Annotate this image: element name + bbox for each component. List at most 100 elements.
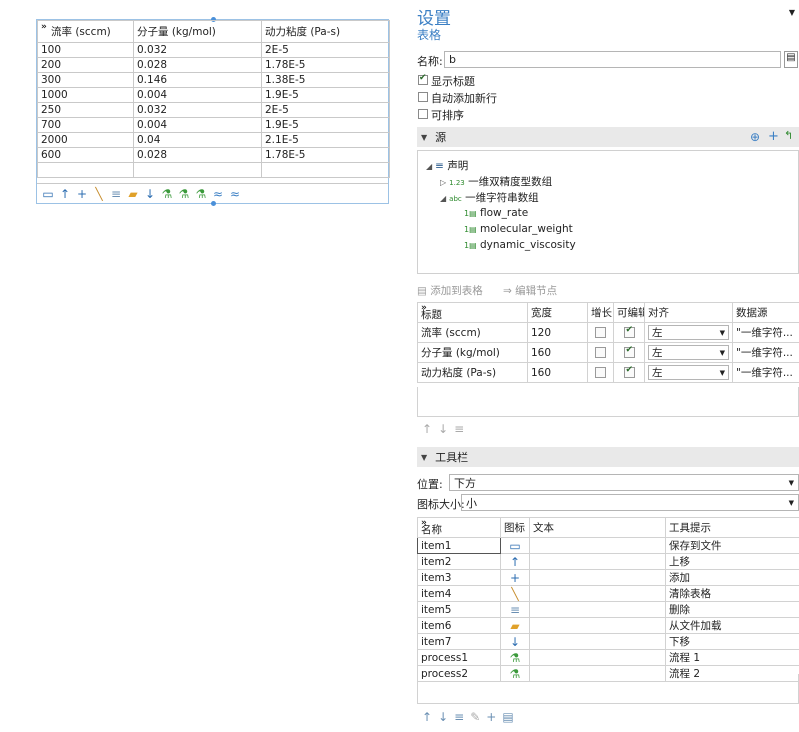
item-icon-cell[interactable]: ≡ <box>500 601 530 618</box>
item-name-cell[interactable]: item6 <box>417 617 501 634</box>
edit-icon[interactable]: ✎ <box>470 710 480 724</box>
column-header[interactable]: 分子量 (kg/mol) <box>133 20 262 43</box>
grid-row[interactable]: item3 + 添加 <box>417 569 799 586</box>
arrow-down-icon[interactable]: ↓ <box>508 635 522 649</box>
add-to-table-button[interactable]: ▤ 添加到表格 <box>417 283 483 298</box>
item-name-cell[interactable]: item7 <box>417 633 501 650</box>
grid-header[interactable]: 图标 <box>500 517 530 538</box>
item-name-cell[interactable]: process1 <box>417 649 501 666</box>
item-text-cell[interactable] <box>529 585 666 602</box>
table-cell[interactable]: 200 <box>37 57 134 73</box>
editable-checkbox[interactable] <box>623 345 635 358</box>
position-select[interactable]: 下方 ▼ <box>449 474 799 491</box>
table-widget[interactable]: » 流率 (sccm) 分子量 (kg/mol) 动力粘度 (Pa-s) 100 0… <box>36 17 390 206</box>
item-tooltip-cell[interactable]: 添加 <box>665 569 799 586</box>
item-name-cell[interactable]: item1 <box>417 537 501 554</box>
delete-rows-icon[interactable]: ≡ <box>454 710 464 724</box>
arrow-down-icon[interactable]: ↓ <box>438 422 448 436</box>
grid-header[interactable]: » 标题 <box>417 302 528 323</box>
toolbar-items-grid[interactable]: » 名称 图标 文本 工具提示 item1 ▭ 保存到文件 item2 ↑ 上移 item3 +… <box>417 517 799 682</box>
folder-open-icon[interactable]: ▰ <box>126 187 140 201</box>
panel-menu-icon[interactable]: ▼ <box>789 8 795 17</box>
table-cell[interactable]: 600 <box>37 147 134 163</box>
add-circle-icon[interactable]: ⊕ <box>750 130 760 144</box>
table-cell[interactable]: 1.9E-5 <box>261 87 390 103</box>
table-cell[interactable]: 0.032 <box>133 102 262 118</box>
table-cell[interactable]: 0.004 <box>133 87 262 103</box>
item-text-cell[interactable] <box>529 553 666 570</box>
item-tooltip-cell[interactable]: 从文件加载 <box>665 617 799 634</box>
table-cell[interactable]: 0.146 <box>133 72 262 88</box>
flask-icon[interactable]: ⚗ <box>194 187 208 201</box>
item-tooltip-cell[interactable]: 下移 <box>665 633 799 650</box>
table-cell[interactable] <box>133 162 262 178</box>
grid-row[interactable]: item4 ╲ 清除表格 <box>417 585 799 602</box>
sortable-checkbox[interactable] <box>418 109 428 119</box>
item-tooltip-cell[interactable]: 流程 1 <box>665 649 799 666</box>
tree-node-string-array[interactable]: ◢ abc 一维字符串数组 <box>440 190 539 205</box>
grid-header[interactable]: 宽度 <box>527 302 588 323</box>
item-tooltip-cell[interactable]: 保存到文件 <box>665 537 799 554</box>
plus-icon[interactable]: + <box>508 571 522 585</box>
tree-leaf-molecular-weight[interactable]: 1▤ molecular_weight <box>464 223 573 235</box>
table-cell[interactable]: 250 <box>37 102 134 118</box>
table-cell[interactable]: 1.78E-5 <box>261 57 390 73</box>
arrow-up-icon[interactable]: ↑ <box>422 710 432 724</box>
arrow-up-icon[interactable]: ↑ <box>58 187 72 201</box>
table-row[interactable]: 250 0.032 2E-5 <box>37 102 390 118</box>
item-icon-cell[interactable]: ↑ <box>500 553 530 570</box>
table-cell[interactable]: 2E-5 <box>261 42 390 58</box>
expand-arrows-icon[interactable]: » <box>421 519 427 529</box>
table-cell[interactable]: 100 <box>37 42 134 58</box>
folder-open-icon[interactable]: ▰ <box>508 619 522 633</box>
item-name-cell[interactable]: item5 <box>417 601 501 618</box>
table-cell[interactable] <box>261 162 390 178</box>
editable-checkbox[interactable] <box>623 365 635 378</box>
edit-node-button[interactable]: ⇒ 编辑节点 <box>503 283 557 298</box>
tree-node-double-array[interactable]: ▷ 1.23 一维双精度型数组 <box>440 174 552 189</box>
grid-row[interactable]: item6 ▰ 从文件加载 <box>417 617 799 634</box>
save-icon[interactable]: ▭ <box>508 539 522 553</box>
add-tree-icon[interactable]: ↰ <box>784 129 793 142</box>
table-row[interactable]: 300 0.146 1.38E-5 <box>37 72 390 88</box>
plus-icon[interactable]: + <box>75 187 89 201</box>
item-icon-cell[interactable]: ▰ <box>500 617 530 634</box>
grid-row[interactable]: item2 ↑ 上移 <box>417 553 799 570</box>
align-dropdown[interactable]: 左 ▼ <box>648 345 729 360</box>
table-cell[interactable]: 300 <box>37 72 134 88</box>
table-cell[interactable]: 1.38E-5 <box>261 72 390 88</box>
column-width-cell[interactable]: 120 <box>527 322 588 343</box>
data-table[interactable]: » 流率 (sccm) 分子量 (kg/mol) 动力粘度 (Pa-s) 100 0… <box>37 20 390 178</box>
table-cell[interactable]: 0.028 <box>133 147 262 163</box>
table-row[interactable]: 100 0.032 2E-5 <box>37 42 390 58</box>
column-title-cell[interactable]: 动力粘度 (Pa-s) <box>417 362 528 383</box>
grid-header[interactable]: 可编辑 <box>613 302 645 323</box>
column-width-cell[interactable]: 160 <box>527 342 588 363</box>
table-row[interactable]: 2000 0.04 2.1E-5 <box>37 132 390 148</box>
grid-row[interactable]: 动力粘度 (Pa-s)160 左▼"一维字符... <box>417 362 799 383</box>
table-cell[interactable]: 1000 <box>37 87 134 103</box>
column-header[interactable]: » 流率 (sccm) <box>37 20 134 43</box>
item-tooltip-cell[interactable]: 删除 <box>665 601 799 618</box>
expand-arrows-icon[interactable]: » <box>421 304 427 314</box>
item-text-cell[interactable] <box>529 601 666 618</box>
align-dropdown[interactable]: 左 ▼ <box>648 365 729 380</box>
table-cell[interactable]: 0.004 <box>133 117 262 133</box>
item-icon-cell[interactable]: ╲ <box>500 585 530 602</box>
wave-icon[interactable]: ≈ <box>228 187 242 201</box>
grow-checkbox[interactable] <box>595 367 606 378</box>
item-text-cell[interactable] <box>529 649 666 666</box>
table-row[interactable] <box>37 162 390 178</box>
grid-row[interactable]: item5 ≡ 删除 <box>417 601 799 618</box>
grow-checkbox[interactable] <box>595 347 606 358</box>
item-tooltip-cell[interactable]: 上移 <box>665 553 799 570</box>
expand-arrows-icon[interactable]: » <box>41 22 47 32</box>
table-row[interactable]: 600 0.028 1.78E-5 <box>37 147 390 163</box>
table-icon[interactable]: ▤ <box>502 710 513 724</box>
item-name-cell[interactable]: item3 <box>417 569 501 586</box>
table-cell[interactable]: 0.028 <box>133 57 262 73</box>
toolbar-section-header[interactable]: ▼ 工具栏 <box>417 447 799 467</box>
icon-size-select[interactable]: 小 ▼ <box>461 494 799 511</box>
auto-add-row-checkbox[interactable] <box>418 92 428 102</box>
column-title-cell[interactable]: 流率 (sccm) <box>417 322 528 343</box>
